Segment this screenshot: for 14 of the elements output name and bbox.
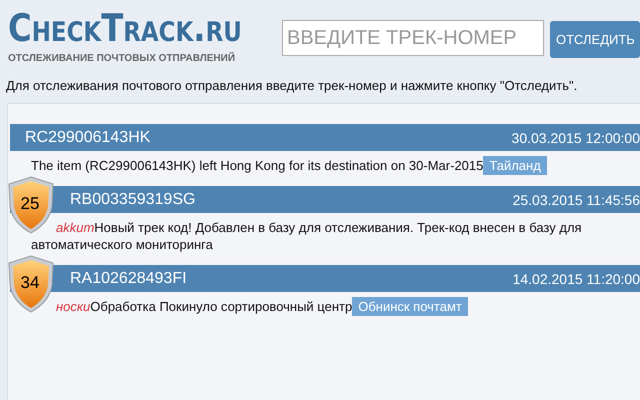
track-button[interactable]: ОТСЛЕДИТЬ bbox=[550, 21, 640, 58]
instruction-text: Для отслеживания почтового отправления введите трек-номер и нажмите кнопку "Отследить". bbox=[6, 78, 578, 93]
shield-badge: 34 bbox=[8, 255, 54, 313]
event-date: 30.03.2015 12:00:00 bbox=[512, 130, 640, 146]
event-date: 14.02.2015 11:20:00 bbox=[512, 270, 640, 286]
tracking-number[interactable]: RB003359319SG bbox=[70, 190, 196, 208]
tracking-number[interactable]: RA102628493FI bbox=[70, 270, 187, 288]
search-field[interactable]: ВВЕДИТЕ ТРЕК-НОМЕР bbox=[282, 20, 544, 56]
tracking-number[interactable]: RC299006143HK bbox=[25, 128, 150, 146]
tagline: ОТСЛЕЖИВАНИЕ ПОЧТОВЫХ ОТПРАВЛЕНИЙ bbox=[8, 53, 236, 64]
event-date: 25.03.2015 11:45:56 bbox=[512, 192, 640, 208]
event-message: The item (RC299006143HK) left Hong Kong for its destination on 30-Mar-2015 Тайланд bbox=[31, 157, 640, 174]
shield-badge: 25 bbox=[8, 176, 54, 234]
site-logo[interactable]: CheckTrack.ru bbox=[8, 8, 241, 48]
